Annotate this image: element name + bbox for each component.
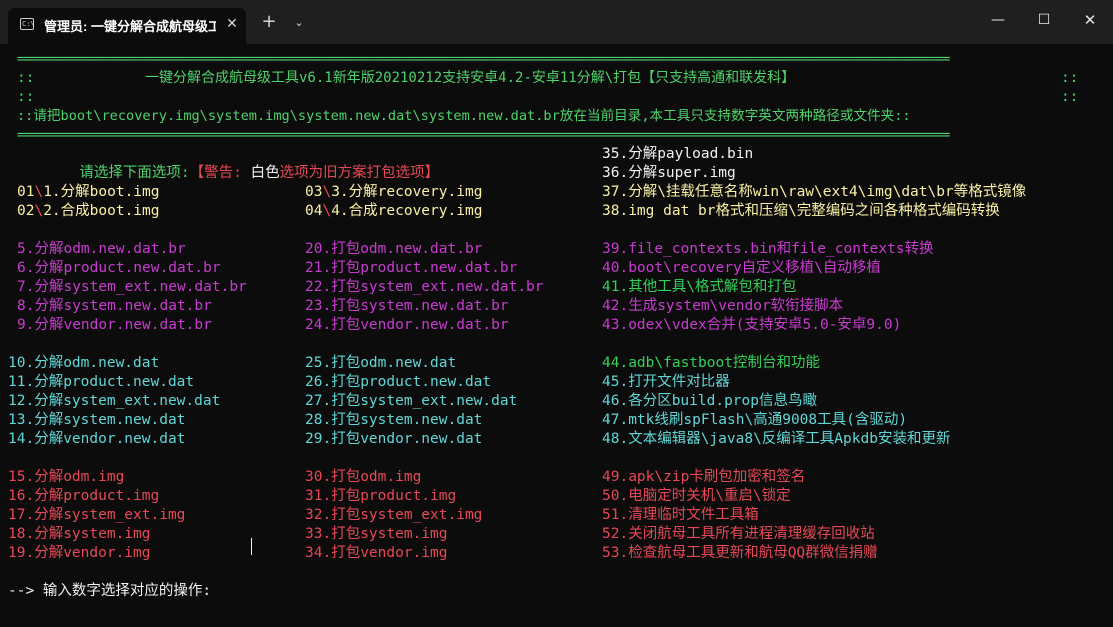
title-line-right: :: (1061, 70, 1079, 86)
menu-text-segment: 1.分解boot.img (43, 184, 160, 200)
menu-item-52: 52.关闭航母工具所有进程清理缓存回收站 (602, 526, 875, 542)
menu-text-segment: \ (34, 184, 44, 200)
menu-item-40: 40.boot\recovery自定义移植\自动移植 (602, 260, 881, 276)
menu-item-35: 35.分解payload.bin (602, 146, 754, 162)
menu-item-41: 41.其他工具\格式解包和打包 (602, 279, 797, 295)
console-output[interactable]: ========================================… (0, 44, 1113, 627)
menu-text-segment: 04 (305, 203, 323, 219)
title-bar: C:\ 管理员: 一键分解合成航母级工 ✕ + ⌄ — ☐ ✕ (0, 0, 1113, 44)
menu-item-27: 27.打包system_ext.new.dat (305, 393, 518, 409)
tool-title: 一键分解合成航母级工具v6.1新年版20210212支持安卓4.2-安卓11分解… (145, 70, 796, 86)
menu-item-31: 31.打包product.img (305, 488, 457, 504)
menu-item-49: 49.apk\zip卡刷包加密和签名 (602, 469, 806, 485)
input-prompt: --> 输入数字选择对应的操作: (8, 583, 212, 599)
menu-item-24: 24.打包vendor.new.dat.br (305, 317, 509, 333)
cmd-icon: C:\ (20, 18, 35, 30)
menu-item-47: 47.mtk线刷spFlash\高通9008工具(含驱动) (602, 412, 908, 428)
menu-item-20: 20.打包odm.new.dat.br (305, 241, 483, 257)
menu-text-segment: 02 (17, 203, 35, 219)
menu-item-18: 18.分解system.img (8, 526, 151, 542)
menu-text-segment: 3.分解recovery.img (331, 184, 483, 200)
menu-text-segment: 03 (305, 184, 323, 200)
menu-item-13: 13.分解system.new.dat (8, 412, 186, 428)
blank-line-right: :: (1061, 89, 1079, 105)
menu-item-10: 10.分解odm.new.dat (8, 355, 160, 371)
menu-item-01: 01\1.分解boot.img (17, 183, 160, 202)
blank-line-left: :: (17, 89, 35, 105)
menu-item-38: 38.img dat br格式和压缩\完整编码之间各种格式编码转换 (602, 203, 1000, 219)
menu-item-46: 46.各分区build.prop信息鸟瞰 (602, 393, 817, 409)
menu-item-50: 50.电脑定时关机\重启\锁定 (602, 488, 791, 504)
menu-item-14: 14.分解vendor.new.dat (8, 431, 186, 447)
terminal-tab[interactable]: C:\ 管理员: 一键分解合成航母级工 ✕ (8, 8, 246, 44)
menu-item-02: 02\2.合成boot.img (17, 202, 160, 221)
warning-white-word: 白色 (250, 165, 280, 181)
menu-text-segment: \ (322, 203, 332, 219)
menu-item-48: 48.文本编辑器\java8\反编译工具Apkdb安装和更新 (602, 431, 951, 447)
warning-rest: 选项为旧方案打包选项】 (279, 165, 440, 181)
menu-item-39: 39.file_contexts.bin和file_contexts转换 (602, 241, 934, 257)
warning-open: 【警告: (189, 165, 251, 181)
menu-item-15: 15.分解odm.img (8, 469, 125, 485)
menu-item-21: 21.打包product.new.dat.br (305, 260, 518, 276)
menu-item-25: 25.打包odm.new.dat (305, 355, 457, 371)
menu-item-32: 32.打包system_ext.img (305, 507, 483, 523)
choose-prompt: 请选择下面选项:【警告: 白色选项为旧方案打包选项】 (27, 145, 439, 181)
separator-bottom: ========================================… (17, 128, 950, 143)
separator-top: ========================================… (17, 52, 950, 67)
chevron-down-icon[interactable]: ⌄ (290, 12, 308, 34)
menu-item-04: 04\4.合成recovery.img (305, 202, 482, 221)
menu-item-7: 7.分解system_ext.new.dat.br (17, 279, 247, 295)
menu-item-29: 29.打包vendor.new.dat (305, 431, 483, 447)
choose-text: 请选择下面选项: (79, 165, 190, 181)
tab-title: 管理员: 一键分解合成航母级工 (44, 19, 216, 34)
menu-item-37: 37.分解\挂载任意名称win\raw\ext4\img\dat\br等格式镜像 (602, 184, 1027, 200)
menu-item-53: 53.检查航母工具更新和航母QQ群微信捐赠 (602, 545, 878, 561)
menu-item-22: 22.打包system_ext.new.dat.br (305, 279, 544, 295)
menu-text-segment: \ (322, 184, 332, 200)
menu-item-19: 19.分解vendor.img (8, 545, 151, 561)
menu-text-segment: 01 (17, 184, 35, 200)
menu-text-segment: 2.合成boot.img (43, 203, 160, 219)
menu-item-30: 30.打包odm.img (305, 469, 422, 485)
menu-item-33: 33.打包system.img (305, 526, 448, 542)
menu-item-42: 42.生成system\vendor软衔接脚本 (602, 298, 844, 314)
close-tab-icon[interactable]: ✕ (224, 14, 240, 32)
title-line-left: :: (17, 70, 35, 86)
menu-item-43: 43.odex\vdex合并(支持安卓5.0-安卓9.0) (602, 317, 902, 333)
minimize-button[interactable]: — (975, 0, 1021, 40)
menu-item-17: 17.分解system_ext.img (8, 507, 186, 523)
menu-item-28: 28.打包system.new.dat (305, 412, 483, 428)
menu-item-26: 26.打包product.new.dat (305, 374, 492, 390)
menu-item-23: 23.打包system.new.dat.br (305, 298, 509, 314)
menu-item-16: 16.分解product.img (8, 488, 160, 504)
menu-item-5: 5.分解odm.new.dat.br (17, 241, 186, 257)
info-line: ::请把boot\recovery.img\system.img\system.… (17, 108, 911, 124)
menu-item-6: 6.分解product.new.dat.br (17, 260, 221, 276)
menu-text-segment: 4.合成recovery.img (331, 203, 483, 219)
menu-item-9: 9.分解vendor.new.dat.br (17, 317, 212, 333)
menu-item-12: 12.分解system_ext.new.dat (8, 393, 221, 409)
menu-item-03: 03\3.分解recovery.img (305, 183, 482, 202)
maximize-button[interactable]: ☐ (1021, 0, 1067, 40)
menu-item-45: 45.打开文件对比器 (602, 374, 730, 390)
terminal-window: C:\ 管理员: 一键分解合成航母级工 ✕ + ⌄ — ☐ ✕ ========… (0, 0, 1113, 627)
text-cursor (251, 538, 252, 555)
new-tab-button[interactable]: + (258, 12, 280, 34)
menu-item-36: 36.分解super.img (602, 165, 736, 181)
close-window-button[interactable]: ✕ (1067, 0, 1113, 40)
menu-item-51: 51.清理临时文件工具箱 (602, 507, 759, 523)
menu-item-34: 34.打包vendor.img (305, 545, 448, 561)
menu-item-11: 11.分解product.new.dat (8, 374, 195, 390)
menu-item-8: 8.分解system.new.dat.br (17, 298, 212, 314)
menu-text-segment: \ (34, 203, 44, 219)
menu-item-44: 44.adb\fastboot控制台和功能 (602, 355, 820, 371)
